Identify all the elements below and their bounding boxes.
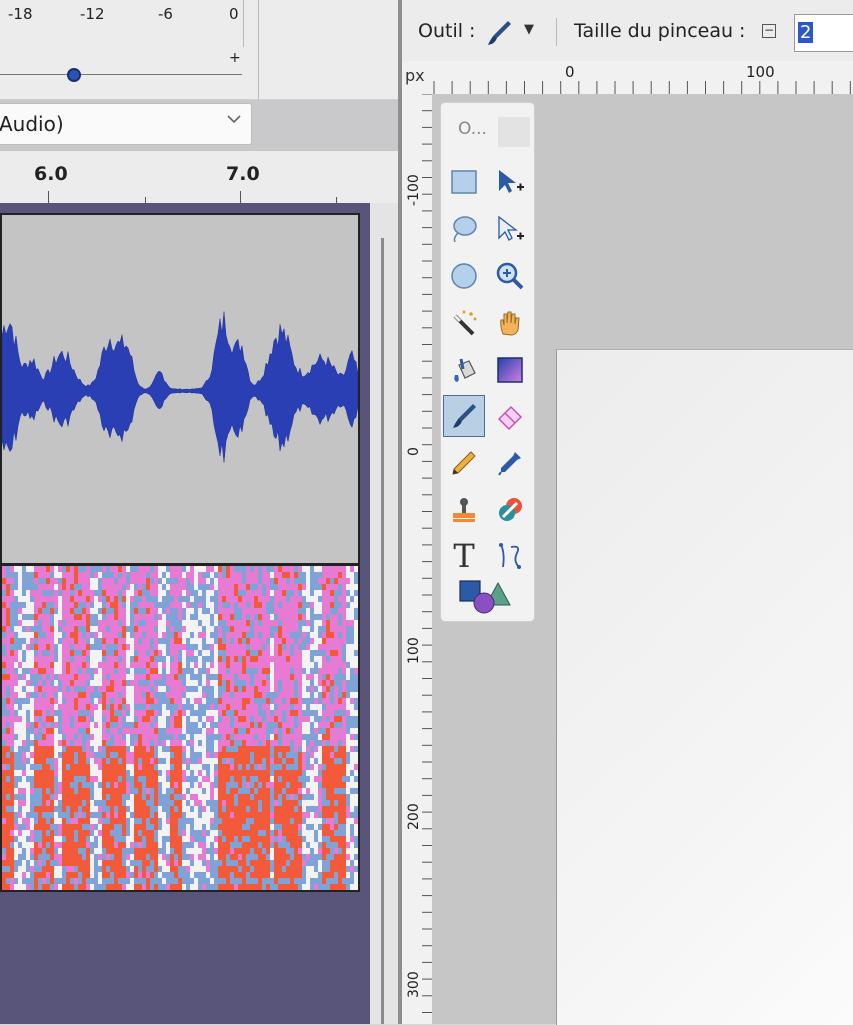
audio-device-value: Audio) (0, 112, 64, 136)
meter-divider (243, 0, 244, 47)
track-scroll-area (370, 203, 400, 1024)
color-picker-icon[interactable] (489, 442, 531, 484)
chevron-down-icon[interactable] (225, 110, 243, 133)
paintbrush-icon[interactable] (443, 395, 485, 437)
paths-tool-icon[interactable] (489, 535, 531, 577)
meter-divider (258, 0, 259, 47)
paintbrush-icon[interactable] (484, 18, 514, 52)
image-canvas[interactable] (556, 349, 853, 1025)
slider-plus-label: + (229, 50, 241, 66)
fg-bg-colors-icon[interactable] (451, 575, 521, 617)
vertical-scrollbar[interactable] (381, 238, 384, 1024)
minus-box-icon[interactable]: − (762, 24, 776, 38)
audio-device-select[interactable]: Audio) (0, 103, 252, 145)
spectrogram-graphic (2, 566, 358, 890)
fuzzy-select-icon[interactable] (443, 302, 485, 344)
brush-size-value: 2 (798, 22, 814, 43)
toolbox-title: O... (458, 119, 487, 139)
clone-stamp-icon[interactable] (443, 489, 485, 531)
toolbar-separator (556, 18, 557, 46)
gain-slider-handle[interactable] (67, 68, 81, 82)
ellipse-select-icon[interactable] (443, 255, 485, 297)
bucket-fill-icon[interactable] (443, 349, 485, 391)
brush-size-label: Taille du pinceau : (574, 20, 746, 42)
heal-icon[interactable] (489, 489, 531, 531)
gradient-icon[interactable] (489, 349, 531, 391)
ruler-ticks (422, 94, 432, 1013)
eraser-icon[interactable] (489, 395, 531, 437)
tool-options-bar: Outil : ▼ Taille du pinceau : − 2 (402, 0, 853, 62)
timeline-ruler[interactable]: 6.0 7.0 (0, 150, 398, 205)
timeline-label: 6.0 (34, 163, 68, 185)
move-tool-icon[interactable] (489, 161, 531, 203)
caret-down-icon[interactable]: ▼ (524, 22, 534, 37)
ruler-ticks (433, 81, 851, 94)
spectrogram-view[interactable] (0, 564, 360, 892)
brush-size-input[interactable]: 2 (794, 14, 853, 52)
vertical-ruler[interactable]: -100 0 100 200 300 (402, 94, 433, 1024)
timeline-label: 7.0 (226, 163, 260, 185)
meter-label: -12 (80, 5, 105, 23)
horizontal-ruler[interactable]: px 0 100 (402, 61, 853, 95)
meter-label: 0 (229, 5, 239, 23)
waveform-graphic (1, 311, 359, 463)
text-tool-icon[interactable]: T (443, 535, 485, 577)
align-tool-icon[interactable] (489, 208, 531, 250)
hand-pan-icon[interactable] (489, 302, 531, 344)
waveform-view[interactable] (0, 213, 360, 565)
meter-scale: -18 -12 -6 0 (0, 0, 400, 48)
meter-label: -18 (8, 5, 33, 23)
free-select-icon[interactable] (443, 208, 485, 250)
toolbox-header-button[interactable] (498, 117, 530, 147)
toolbox: O... T (440, 102, 535, 622)
pencil-icon[interactable] (443, 442, 485, 484)
row-divider (258, 47, 259, 99)
timeline-tick (48, 191, 49, 203)
timeline-tick (240, 191, 241, 203)
tool-label: Outil : (418, 20, 476, 42)
meter-label: -6 (158, 5, 173, 23)
zoom-icon[interactable] (489, 255, 531, 297)
rect-select-icon[interactable] (443, 161, 485, 203)
gain-slider-track[interactable] (0, 74, 242, 75)
